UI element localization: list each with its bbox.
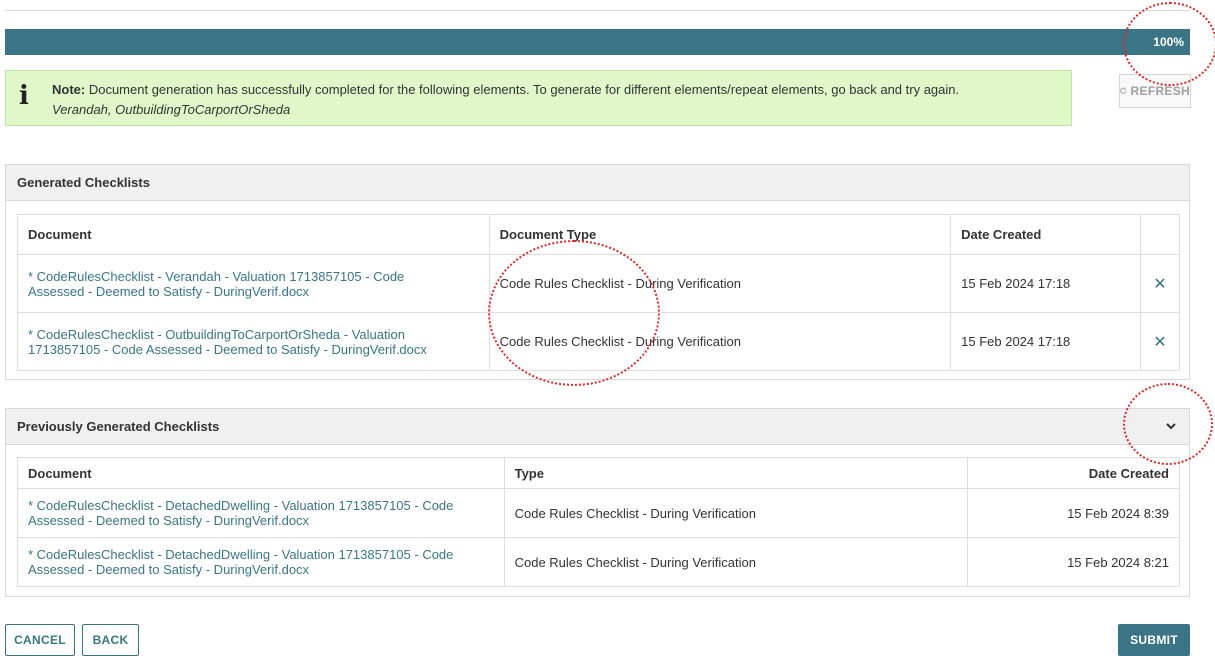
column-header-date-created: Date Created (967, 457, 1180, 489)
generated-table: Document Document Type Date Created * Co… (17, 214, 1181, 371)
document-cell: * CodeRulesChecklist - OutbuildingToCarp… (17, 312, 490, 371)
refresh-label: REFRESH (1130, 84, 1190, 98)
type-cell: Code Rules Checklist - During Verificati… (503, 537, 969, 587)
table-header-row: Document Document Type Date Created (17, 214, 1181, 255)
column-header-actions (1139, 214, 1181, 255)
progress-bar: 100% (5, 29, 1190, 55)
delete-x-icon[interactable]: ✕ (1139, 312, 1181, 371)
document-cell: * CodeRulesChecklist - DetachedDwelling … (17, 488, 505, 538)
refresh-icon (1120, 87, 1127, 94)
column-header-document: Document (17, 214, 490, 255)
table-row: * CodeRulesChecklist - DetachedDwelling … (17, 488, 1180, 538)
document-link[interactable]: * CodeRulesChecklist - DetachedDwelling … (28, 547, 453, 577)
document-link[interactable]: * CodeRulesChecklist - OutbuildingToCarp… (28, 327, 427, 357)
previous-checklists-header[interactable]: Previously Generated Checklists (6, 409, 1189, 445)
date-created-cell: 15 Feb 2024 17:18 (950, 312, 1141, 371)
note-message: Note: Document generation has successful… (52, 82, 959, 97)
column-header-date-created: Date Created (950, 214, 1141, 255)
table-row: * CodeRulesChecklist - OutbuildingToCarp… (17, 312, 1181, 371)
document-cell: * CodeRulesChecklist - DetachedDwelling … (17, 537, 505, 587)
submit-button[interactable]: SUBMIT (1118, 624, 1190, 656)
chevron-down-icon[interactable] (1165, 420, 1177, 432)
document-link[interactable]: * CodeRulesChecklist - DetachedDwelling … (28, 498, 453, 528)
previous-table: Document Type Date Created * CodeRulesCh… (17, 457, 1180, 587)
note-elements: Verandah, OutbuildingToCarportOrSheda (52, 102, 291, 117)
generated-checklists-title: Generated Checklists (6, 165, 1189, 201)
previous-checklists-title: Previously Generated Checklists (17, 419, 220, 434)
table-row: * CodeRulesChecklist - Verandah - Valuat… (17, 254, 1181, 313)
document-type-cell: Code Rules Checklist - During Verificati… (488, 254, 952, 313)
top-divider (5, 10, 1190, 11)
document-cell: * CodeRulesChecklist - Verandah - Valuat… (17, 254, 490, 313)
delete-x-icon[interactable]: ✕ (1139, 254, 1181, 313)
previous-checklists-panel: Previously Generated Checklists Document… (5, 408, 1190, 597)
progress-percent: 100% (1153, 35, 1184, 49)
info-icon: i (19, 81, 29, 111)
refresh-button[interactable]: REFRESH (1119, 74, 1191, 108)
back-button[interactable]: BACK (82, 624, 139, 656)
generated-checklists-panel: Generated Checklists Document Document T… (5, 164, 1190, 380)
document-type-cell: Code Rules Checklist - During Verificati… (488, 312, 952, 371)
note-label: Note: (52, 82, 86, 97)
type-cell: Code Rules Checklist - During Verificati… (503, 488, 969, 538)
table-row: * CodeRulesChecklist - DetachedDwelling … (17, 537, 1180, 587)
column-header-document: Document (17, 457, 505, 489)
progress-fill: 100% (5, 29, 1190, 55)
table-header-row: Document Type Date Created (17, 457, 1180, 489)
column-header-document-type: Document Type (488, 214, 952, 255)
date-created-cell: 15 Feb 2024 17:18 (950, 254, 1141, 313)
column-header-type: Type (503, 457, 969, 489)
cancel-button[interactable]: CANCEL (5, 624, 75, 656)
date-created-cell: 15 Feb 2024 8:21 (967, 537, 1180, 587)
success-note: i Note: Document generation has successf… (5, 70, 1072, 126)
date-created-cell: 15 Feb 2024 8:39 (967, 488, 1180, 538)
document-link[interactable]: * CodeRulesChecklist - Verandah - Valuat… (28, 269, 404, 299)
note-text: Document generation has successfully com… (85, 82, 960, 97)
